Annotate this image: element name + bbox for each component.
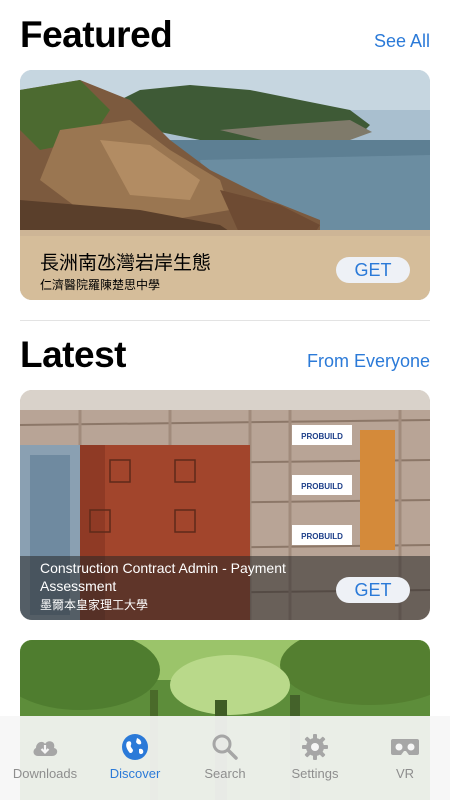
tab-vr[interactable]: VR (360, 716, 450, 781)
discover-screen: Featured See All 長洲南氹灣岩岸生態 仁濟醫院羅陳楚思中學 GE… (0, 0, 450, 800)
featured-card-caption: 長洲南氹灣岩岸生態 仁濟醫院羅陳楚思中學 GET (20, 236, 430, 300)
globe-icon (120, 732, 150, 762)
latest-card-subtitle: 墨爾本皇家理工大學 (40, 598, 149, 612)
latest-title: Latest (20, 334, 126, 375)
featured-card[interactable]: 長洲南氹灣岩岸生態 仁濟醫院羅陳楚思中學 GET (20, 70, 430, 300)
tab-vr-label: VR (395, 766, 415, 781)
section-divider (20, 320, 430, 321)
tab-search-label: Search (204, 766, 246, 781)
magnifier-icon (210, 732, 240, 762)
tab-bar: Downloads Discover Search Settings VR (0, 716, 450, 800)
tab-settings[interactable]: Settings (270, 716, 360, 781)
latest-card-caption: Construction Contract Admin - Payment As… (20, 556, 430, 620)
latest-header: Latest From Everyone (20, 334, 430, 376)
latest-card-title-line1: Construction Contract Admin - Payment (40, 560, 286, 576)
featured-title: Featured (20, 14, 173, 55)
tab-downloads[interactable]: Downloads (0, 716, 90, 781)
tab-downloads-label: Downloads (12, 766, 78, 781)
tab-discover-label: Discover (109, 766, 161, 781)
tab-search[interactable]: Search (180, 716, 270, 781)
vr-headset-icon (390, 732, 420, 762)
probuild-sign-text: PROBUILD (301, 532, 343, 541)
probuild-sign-text: PROBUILD (301, 432, 343, 441)
featured-card-subtitle: 仁濟醫院羅陳楚思中學 (40, 278, 161, 292)
from-everyone-link[interactable]: From Everyone (307, 351, 430, 372)
see-all-link[interactable]: See All (374, 31, 430, 52)
tab-discover[interactable]: Discover (90, 716, 180, 781)
latest-card[interactable]: PROBUILD PROBUILD PROBUILD Construction … (20, 390, 430, 620)
probuild-sign-text: PROBUILD (301, 482, 343, 491)
featured-card-title: 長洲南氹灣岩岸生態 (40, 253, 212, 274)
featured-get-button[interactable]: GET (336, 257, 410, 283)
tab-settings-label: Settings (291, 766, 339, 781)
featured-header: Featured See All (20, 14, 430, 56)
latest-card-title-line2: Assessment (40, 578, 117, 594)
cloud-download-icon (30, 732, 60, 762)
latest-get-button[interactable]: GET (336, 577, 410, 603)
gear-icon (300, 732, 330, 762)
